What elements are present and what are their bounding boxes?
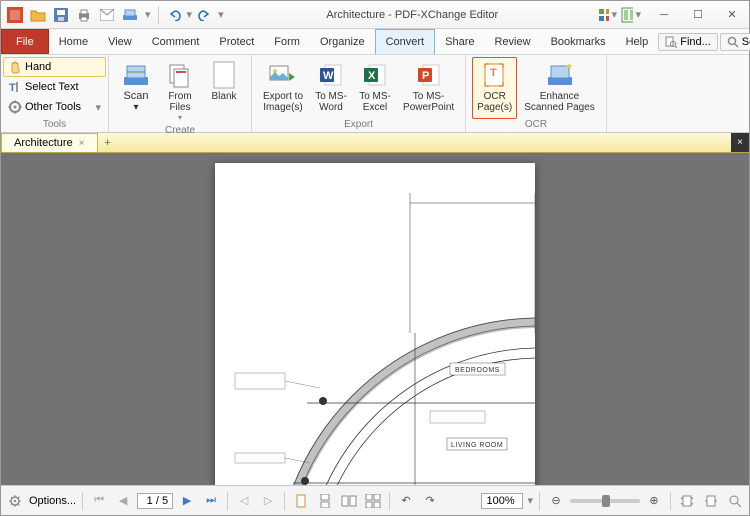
to-excel-button[interactable]: XTo MS- Excel bbox=[354, 57, 396, 119]
page-number-input[interactable]: 1 / 5 bbox=[137, 493, 173, 509]
tabstrip-close-icon[interactable]: × bbox=[731, 133, 749, 152]
menu-bookmarks[interactable]: Bookmarks bbox=[541, 29, 616, 54]
architecture-drawing: BEDROOMS LIVING ROOM BASEMENT bbox=[215, 163, 535, 485]
menubar: File Home View Comment Protect Form Orga… bbox=[1, 29, 749, 55]
doc-tabstrip: Architecture× + × bbox=[1, 133, 749, 153]
zoom-out-icon[interactable]: ⊖ bbox=[546, 491, 566, 511]
statusbar: Options... ⏮ ◀ 1 / 5 ▶ ⏭ ◁ ▷ ↶ ↷ 100% ▾ … bbox=[1, 485, 749, 515]
svg-text:W: W bbox=[323, 70, 334, 82]
menu-protect[interactable]: Protect bbox=[209, 29, 264, 54]
minimize-button[interactable]: ─ bbox=[647, 4, 681, 26]
ocr-pages-button[interactable]: TOCR Page(s) bbox=[472, 57, 517, 119]
svg-text:T: T bbox=[490, 67, 497, 79]
layout-facing-cont-icon[interactable] bbox=[363, 491, 383, 511]
svg-text:LIVING ROOM: LIVING ROOM bbox=[451, 442, 503, 449]
tools-group: Hand TSelect Text Other Tools▾ Tools bbox=[1, 55, 109, 132]
fit-page-icon[interactable] bbox=[677, 491, 697, 511]
menu-comment[interactable]: Comment bbox=[142, 29, 210, 54]
document-canvas[interactable]: BEDROOMS LIVING ROOM BASEMENT bbox=[1, 153, 749, 485]
select-text-tool[interactable]: TSelect Text bbox=[3, 78, 106, 96]
options-label[interactable]: Options... bbox=[29, 495, 76, 507]
blank-button[interactable]: Blank bbox=[203, 57, 245, 125]
tools-label: Tools bbox=[3, 119, 106, 130]
rotate-cw-icon[interactable]: ↷ bbox=[420, 491, 440, 511]
mail-icon[interactable] bbox=[97, 5, 117, 25]
titlebar: ▾ ▾ ▾ Architecture - PDF-XChange Editor … bbox=[1, 1, 749, 29]
open-icon[interactable] bbox=[28, 5, 48, 25]
window-title: Architecture - PDF-XChange Editor bbox=[228, 9, 597, 21]
menu-view[interactable]: View bbox=[98, 29, 142, 54]
first-page-icon[interactable]: ⏮ bbox=[89, 491, 109, 511]
fit-width-icon[interactable] bbox=[701, 491, 721, 511]
zoom-input[interactable]: 100% bbox=[481, 493, 523, 509]
prev-page-icon[interactable]: ◀ bbox=[113, 491, 133, 511]
app-icon[interactable] bbox=[5, 5, 25, 25]
menu-convert[interactable]: Convert bbox=[375, 29, 436, 54]
ocr-group: TOCR Page(s) Enhance Scanned Pages OCR bbox=[466, 55, 607, 132]
rotate-ccw-icon[interactable]: ↶ bbox=[396, 491, 416, 511]
scan-button[interactable]: Scan▾ bbox=[115, 57, 157, 125]
layout-facing-icon[interactable] bbox=[339, 491, 359, 511]
search-button[interactable]: Search... bbox=[720, 33, 750, 51]
zoom-slider[interactable] bbox=[570, 499, 640, 503]
redo-icon[interactable] bbox=[195, 5, 215, 25]
print-icon[interactable] bbox=[74, 5, 94, 25]
pdf-page: BEDROOMS LIVING ROOM BASEMENT bbox=[215, 163, 535, 485]
layout-icon[interactable]: ▾ bbox=[621, 5, 641, 25]
next-page-icon[interactable]: ▶ bbox=[177, 491, 197, 511]
layout-continuous-icon[interactable] bbox=[315, 491, 335, 511]
svg-text:P: P bbox=[422, 70, 429, 82]
options-gear-icon[interactable] bbox=[5, 491, 25, 511]
doc-tab-close-icon[interactable]: × bbox=[79, 138, 85, 149]
svg-text:X: X bbox=[368, 70, 376, 82]
close-button[interactable]: ✕ bbox=[715, 4, 749, 26]
create-group: Scan▾ From Files▾ Blank Create bbox=[109, 55, 252, 132]
export-images-button[interactable]: Export to Image(s) bbox=[258, 57, 308, 119]
menu-share[interactable]: Share bbox=[435, 29, 484, 54]
from-files-button[interactable]: From Files▾ bbox=[159, 57, 201, 125]
quick-access-toolbar: ▾ ▾ ▾ bbox=[1, 5, 228, 25]
export-label: Export bbox=[258, 119, 459, 130]
enhance-scanned-button[interactable]: Enhance Scanned Pages bbox=[519, 57, 600, 119]
zoom-actual-icon[interactable] bbox=[725, 491, 745, 511]
to-ppt-button[interactable]: PTo MS- PowerPoint bbox=[398, 57, 459, 119]
nav-fwd-icon[interactable]: ▷ bbox=[258, 491, 278, 511]
hand-tool[interactable]: Hand bbox=[3, 57, 106, 77]
menu-home[interactable]: Home bbox=[49, 29, 98, 54]
ocr-label: OCR bbox=[472, 119, 600, 130]
save-icon[interactable] bbox=[51, 5, 71, 25]
doc-tab[interactable]: Architecture× bbox=[1, 133, 98, 152]
new-tab-button[interactable]: + bbox=[98, 133, 118, 152]
ui-options-icon[interactable]: ▾ bbox=[597, 5, 617, 25]
export-group: Export to Image(s) WTo MS- Word XTo MS- … bbox=[252, 55, 466, 132]
nav-back-icon[interactable]: ◁ bbox=[234, 491, 254, 511]
last-page-icon[interactable]: ⏭ bbox=[201, 491, 221, 511]
scan-qat-icon[interactable] bbox=[120, 5, 140, 25]
maximize-button[interactable]: ☐ bbox=[681, 4, 715, 26]
find-button[interactable]: Find... bbox=[658, 33, 718, 51]
ribbon: Hand TSelect Text Other Tools▾ Tools Sca… bbox=[1, 55, 749, 133]
menu-help[interactable]: Help bbox=[616, 29, 659, 54]
zoom-in-icon[interactable]: ⊕ bbox=[644, 491, 664, 511]
file-menu[interactable]: File bbox=[1, 29, 49, 54]
to-word-button[interactable]: WTo MS- Word bbox=[310, 57, 352, 119]
layout-single-icon[interactable] bbox=[291, 491, 311, 511]
svg-text:BEDROOMS: BEDROOMS bbox=[455, 367, 500, 374]
other-tools[interactable]: Other Tools▾ bbox=[3, 97, 106, 117]
undo-icon[interactable] bbox=[164, 5, 184, 25]
menu-form[interactable]: Form bbox=[264, 29, 310, 54]
menu-review[interactable]: Review bbox=[484, 29, 540, 54]
svg-text:T: T bbox=[9, 82, 16, 93]
menu-organize[interactable]: Organize bbox=[310, 29, 375, 54]
